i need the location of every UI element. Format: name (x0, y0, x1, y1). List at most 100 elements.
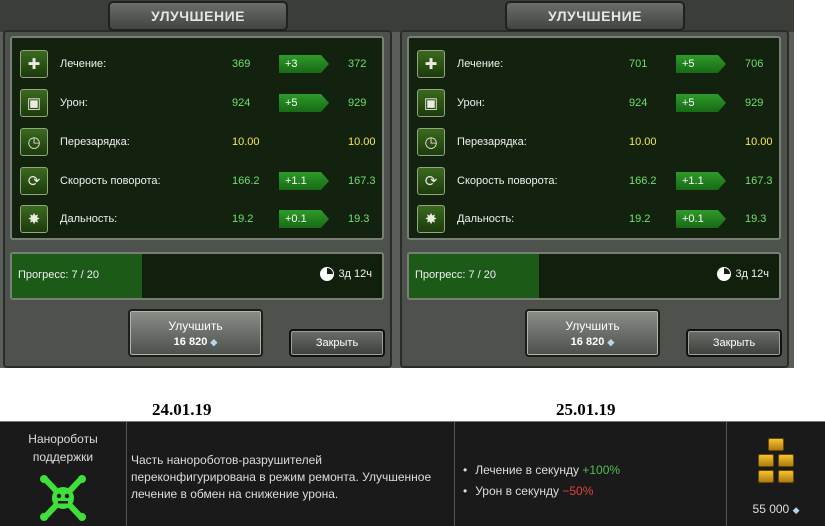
stat-current-value: 701 (629, 58, 648, 70)
stat-new-value: 19.3 (745, 213, 767, 225)
timer-value: 3д 12ч (338, 268, 372, 280)
stat-new-value: 10.00 (745, 136, 773, 148)
stat-label: Перезарядка: (60, 136, 130, 148)
rotation-speed-icon: ⟳ (20, 167, 48, 195)
progress-panel: Прогресс: 7 / 20 3д 12ч (407, 252, 781, 300)
timer-value: 3д 12ч (735, 268, 769, 280)
stat-delta-badge: +1.1 (279, 172, 329, 190)
diamond-icon: ◆ (210, 336, 218, 347)
range-icon: ✸ (417, 205, 445, 233)
close-button-label: Закрыть (712, 337, 756, 349)
stat-row: ▣ Урон: 924 +5 929 (409, 86, 779, 120)
effect-damage: Урон в секунду −50% (463, 481, 726, 502)
date-left: 24.01.19 (152, 400, 212, 419)
upgrade-window-1: УЛУЧШЕНИЕ ✚ Лечение: 369 +3 372 ▣ Урон: … (0, 0, 397, 368)
upgrade-button[interactable]: Улучшить 16 820 ◆ (525, 309, 660, 357)
stat-new-value: 10.00 (348, 136, 376, 148)
stat-current-value: 10.00 (232, 136, 260, 148)
heal-icon: ✚ (417, 50, 445, 78)
stat-new-value: 19.3 (348, 213, 370, 225)
stat-current-value: 924 (629, 97, 648, 109)
effect-heal: Лечение в секунду +100% (463, 460, 726, 481)
effect-heal-value: +100% (582, 463, 621, 477)
module-name: Нанороботы поддержки (28, 432, 98, 464)
stat-new-value: 372 (348, 58, 367, 70)
module-price-value: 55 000 (752, 502, 790, 516)
stats-panel: ✚ Лечение: 369 +3 372 ▣ Урон: 924 +5 929… (10, 36, 384, 240)
clock-icon (717, 267, 732, 281)
stat-row: ✚ Лечение: 369 +3 372 (12, 47, 382, 81)
window-title: УЛУЧШЕНИЕ (151, 8, 245, 24)
stat-row: ✸ Дальность: 19.2 +0.1 19.3 (409, 202, 779, 236)
range-icon: ✸ (20, 205, 48, 233)
window-title-tab: УЛУЧШЕНИЕ (505, 1, 685, 31)
effect-heal-label: Лечение в секунду (475, 463, 580, 477)
stat-new-value: 167.3 (745, 175, 773, 187)
damage-icon: ▣ (417, 89, 445, 117)
effect-damage-value: −50% (562, 484, 594, 498)
stat-current-value: 19.2 (629, 213, 651, 225)
stat-row: ✸ Дальность: 19.2 +0.1 19.3 (12, 202, 382, 236)
stat-current-value: 166.2 (629, 175, 657, 187)
progress-panel: Прогресс: 7 / 20 3д 12ч (10, 252, 384, 300)
upgrade-window-2: УЛУЧШЕНИЕ ✚ Лечение: 701 +5 706 ▣ Урон: … (397, 0, 794, 368)
gold-bars-icon (756, 438, 796, 496)
stat-delta-badge: +0.1 (279, 210, 329, 228)
diamond-icon: ◆ (607, 336, 615, 347)
stat-new-value: 929 (745, 97, 764, 109)
upgrade-price: 16 820 ◆ (174, 336, 218, 348)
progress-label: Прогресс: 7 / 20 (18, 269, 100, 281)
clock-icon (320, 267, 335, 281)
stat-current-value: 166.2 (232, 175, 260, 187)
window-title: УЛУЧШЕНИЕ (548, 8, 642, 24)
stat-delta-badge: +1.1 (676, 172, 726, 190)
close-button[interactable]: Закрыть (289, 329, 385, 357)
timer: 3д 12ч (717, 267, 769, 281)
upgrade-button-label: Улучшить (565, 318, 620, 333)
module-info-bar: Нанороботы поддержки Часть нанороботов-р… (0, 421, 825, 526)
stat-label: Скорость поворота: (60, 175, 161, 187)
stat-label: Перезарядка: (457, 136, 527, 148)
diamond-icon: ◆ (792, 505, 800, 515)
stat-current-value: 369 (232, 58, 251, 70)
stat-label: Урон: (60, 97, 88, 109)
upgrade-button[interactable]: Улучшить 16 820 ◆ (128, 309, 263, 357)
stat-delta-badge: +5 (279, 94, 329, 112)
stat-current-value: 924 (232, 97, 251, 109)
stat-label: Лечение: (60, 58, 107, 70)
stat-new-value: 929 (348, 97, 367, 109)
timer: 3д 12ч (320, 267, 372, 281)
stat-delta-badge: +0.1 (676, 210, 726, 228)
reload-icon: ◷ (20, 128, 48, 156)
module-name-cell: Нанороботы поддержки (0, 422, 127, 526)
stat-row: ▣ Урон: 924 +5 929 (12, 86, 382, 120)
module-price-cell: 55 000 ◆ (727, 422, 825, 526)
close-button[interactable]: Закрыть (686, 329, 782, 357)
stat-delta-badge: +5 (676, 94, 726, 112)
nanobot-icon (40, 475, 86, 521)
upgrade-price-value: 16 820 (570, 335, 605, 348)
stat-row: ⟳ Скорость поворота: 166.2 +1.1 167.3 (12, 164, 382, 198)
stats-panel: ✚ Лечение: 701 +5 706 ▣ Урон: 924 +5 929… (407, 36, 781, 240)
stat-row: ✚ Лечение: 701 +5 706 (409, 47, 779, 81)
upgrade-price: 16 820 ◆ (571, 336, 615, 348)
stat-row: ◷ Перезарядка: 10.00 10.00 (12, 125, 382, 159)
effect-damage-label: Урон в секунду (475, 484, 559, 498)
stat-delta-badge: +3 (279, 55, 329, 73)
stat-label: Лечение: (457, 58, 504, 70)
module-price: 55 000 ◆ (753, 502, 800, 516)
module-description: Часть нанороботов-разрушителей переконфи… (131, 453, 432, 501)
module-effects-cell: Лечение в секунду +100% Урон в секунду −… (455, 422, 727, 526)
reload-icon: ◷ (417, 128, 445, 156)
stat-delta-badge: +5 (676, 55, 726, 73)
date-right: 25.01.19 (556, 400, 616, 419)
upgrade-price-value: 16 820 (173, 335, 208, 348)
stat-current-value: 10.00 (629, 136, 657, 148)
stat-row: ◷ Перезарядка: 10.00 10.00 (409, 125, 779, 159)
window-title-tab: УЛУЧШЕНИЕ (108, 1, 288, 31)
stat-label: Дальность: (60, 213, 118, 225)
heal-icon: ✚ (20, 50, 48, 78)
stat-label: Дальность: (457, 213, 515, 225)
stat-new-value: 167.3 (348, 175, 376, 187)
module-description-cell: Часть нанороботов-разрушителей переконфи… (127, 422, 455, 526)
